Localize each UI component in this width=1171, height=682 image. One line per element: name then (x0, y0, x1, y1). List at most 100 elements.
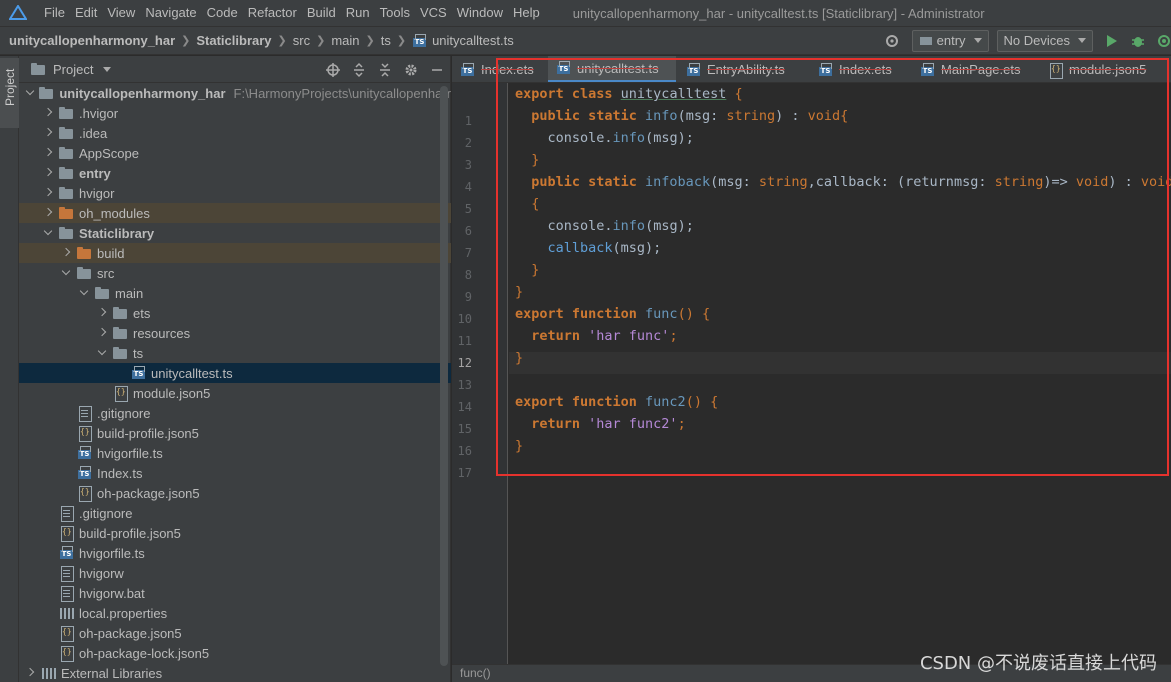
tree-item-ts[interactable]: ts (19, 343, 451, 363)
tree-item-staticlibrary[interactable]: Staticlibrary (19, 223, 451, 243)
project-tool-tab[interactable]: Project (0, 58, 19, 128)
tree-item-entry[interactable]: entry (19, 163, 451, 183)
tree-item-label: build-profile.json5 (79, 525, 181, 541)
chevron-right-icon[interactable] (43, 108, 53, 118)
tree-item-src[interactable]: src (19, 263, 451, 283)
locate-icon[interactable] (325, 62, 341, 78)
module-folder-icon (59, 226, 75, 240)
menu-window[interactable]: Window (452, 0, 508, 26)
tab-unitycalltest[interactable]: unitycalltest.ts (548, 56, 676, 82)
chevron-down-icon[interactable] (43, 228, 53, 238)
menu-vcs[interactable]: VCS (415, 0, 452, 26)
code-text: console. (515, 130, 613, 146)
tree-item-module-json5[interactable]: module.json5 (19, 383, 451, 403)
tree-item-oh-package[interactable]: oh-package.json5 (19, 483, 451, 503)
chevron-right-icon[interactable] (97, 328, 107, 338)
breadcrumb-file[interactable]: unitycalltest.ts (432, 33, 514, 48)
tree-item-gitignore[interactable]: .gitignore (19, 403, 451, 423)
chevron-down-icon[interactable] (61, 268, 71, 278)
tree-item-local-properties[interactable]: local.properties (19, 603, 451, 623)
menu-navigate[interactable]: Navigate (140, 0, 201, 26)
tab-index-ets[interactable]: Index.ets (452, 56, 544, 82)
chevron-down-icon[interactable] (103, 66, 112, 72)
menu-help[interactable]: Help (508, 0, 545, 26)
tree-item-idea[interactable]: .idea (19, 123, 451, 143)
tree-item-ets[interactable]: ets (19, 303, 451, 323)
project-tree: unitycallopenharmony_har F:\HarmonyProje… (19, 83, 451, 682)
menu-view[interactable]: View (102, 0, 140, 26)
code-text: (msg); (612, 240, 662, 256)
chevron-right-icon[interactable] (25, 668, 35, 678)
debug-icon[interactable] (1131, 34, 1145, 48)
tree-item-build-profile[interactable]: build-profile.json5 (19, 423, 451, 443)
breadcrumb-main[interactable]: main (331, 33, 359, 48)
ts-file-icon (412, 33, 428, 48)
chevron-right-icon[interactable] (61, 248, 71, 258)
breadcrumb-module[interactable]: Staticlibrary (196, 33, 271, 48)
menu-tools[interactable]: Tools (375, 0, 415, 26)
profile-icon[interactable] (1157, 34, 1171, 48)
code-line: export class unitycalltest { (515, 83, 743, 105)
tree-item-oh-modules[interactable]: oh_modules (19, 203, 451, 223)
menu-refactor[interactable]: Refactor (243, 0, 302, 26)
collapse-all-icon[interactable] (377, 62, 393, 78)
chevron-down-icon (1078, 38, 1086, 43)
tree-item-label: hvigor (79, 185, 115, 201)
tree-item-index-ts[interactable]: Index.ts (19, 463, 451, 483)
tree-item-hvigor[interactable]: hvigor (19, 183, 451, 203)
tree-item-label: build (97, 245, 125, 261)
tree-item-root-hvigorfile[interactable]: hvigorfile.ts (19, 543, 451, 563)
tree-item-hvigorfile[interactable]: hvigorfile.ts (19, 443, 451, 463)
project-scrollbar[interactable] (440, 86, 448, 666)
tab-module-json5[interactable]: module.json5 (1040, 56, 1171, 82)
tab-mainpage[interactable]: MainPage.ets (912, 56, 1032, 82)
menu-build[interactable]: Build (302, 0, 341, 26)
ts-file-icon (59, 546, 75, 560)
device-select[interactable]: No Devices (996, 29, 1093, 52)
chevron-right-icon[interactable] (43, 128, 53, 138)
chevron-down-icon[interactable] (97, 348, 107, 358)
tree-item-root-build-profile[interactable]: build-profile.json5 (19, 523, 451, 543)
run-icon[interactable] (1107, 34, 1117, 47)
breadcrumb-src[interactable]: src (293, 33, 310, 48)
chevron-down-icon[interactable] (25, 88, 33, 98)
expand-all-icon[interactable] (351, 62, 367, 78)
tree-item-hvigorw[interactable]: hvigorw (19, 563, 451, 583)
chevron-right-icon[interactable] (43, 188, 53, 198)
tree-item-unitycalltest[interactable]: unitycalltest.ts (19, 363, 451, 383)
menu-edit[interactable]: Edit (70, 0, 102, 26)
tab-entryability[interactable]: EntryAbility.ts (678, 56, 806, 82)
menu-code[interactable]: Code (202, 0, 243, 26)
tree-item-root-oh-package[interactable]: oh-package.json5 (19, 623, 451, 643)
folder-icon (59, 106, 75, 120)
chevron-right-icon[interactable] (43, 168, 53, 178)
tree-item-hvigorw-bat[interactable]: hvigorw.bat (19, 583, 451, 603)
menu-file[interactable]: File (39, 0, 70, 26)
chevron-right-icon[interactable] (97, 308, 107, 318)
minimize-icon[interactable] (429, 62, 445, 78)
tree-item-main[interactable]: main (19, 283, 451, 303)
breadcrumb-ts[interactable]: ts (381, 33, 391, 48)
tree-item-resources[interactable]: resources (19, 323, 451, 343)
breadcrumb-project[interactable]: unitycallopenharmony_har (9, 33, 175, 48)
tree-item-appscope[interactable]: AppScope (19, 143, 451, 163)
tree-item-build[interactable]: build (19, 243, 451, 263)
tree-item-hvigor-hidden[interactable]: .hvigor (19, 103, 451, 123)
folder-icon (59, 146, 75, 160)
run-config-select[interactable]: entry (911, 29, 989, 52)
gear-icon[interactable] (403, 62, 419, 78)
chevron-down-icon[interactable] (79, 288, 89, 298)
menu-run[interactable]: Run (341, 0, 375, 26)
chevron-right-icon[interactable] (43, 208, 53, 218)
target-icon[interactable] (884, 33, 900, 49)
project-panel-title[interactable]: Project (53, 62, 93, 77)
tree-item-root[interactable]: unitycallopenharmony_har F:\HarmonyProje… (19, 83, 451, 103)
tree-item-oh-package-lock[interactable]: oh-package-lock.json5 (19, 643, 451, 663)
keyword: return (515, 328, 589, 344)
type: void (807, 108, 841, 124)
tree-item-root-gitignore[interactable]: .gitignore (19, 503, 451, 523)
tab-index-ets-2[interactable]: Index.ets (810, 56, 906, 82)
chevron-right-icon[interactable] (43, 148, 53, 158)
code-editor[interactable]: export class unitycalltest { public stat… (509, 83, 1171, 682)
tree-item-external-libraries[interactable]: External Libraries (19, 663, 451, 682)
